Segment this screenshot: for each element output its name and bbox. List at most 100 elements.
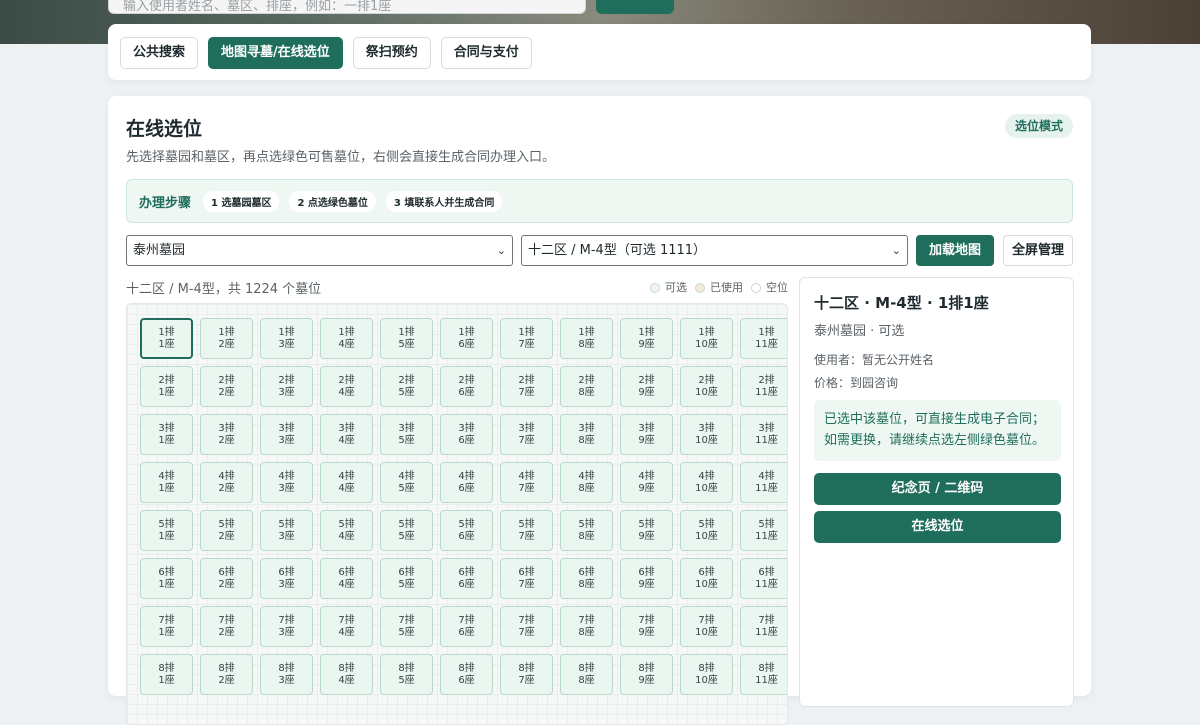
- seat-cell[interactable]: 1排 7座: [500, 318, 553, 359]
- seat-cell[interactable]: 8排 7座: [500, 654, 553, 695]
- seat-cell[interactable]: 7排 11座: [740, 606, 787, 647]
- seat-cell[interactable]: 1排 10座: [680, 318, 733, 359]
- seat-cell[interactable]: 5排 9座: [620, 510, 673, 551]
- search-input[interactable]: 输入使用者姓名、墓区、排座，例如：一排1座: [108, 0, 586, 14]
- seat-cell[interactable]: 3排 7座: [500, 414, 553, 455]
- seat-cell[interactable]: 1排 9座: [620, 318, 673, 359]
- seat-cell[interactable]: 3排 2座: [200, 414, 253, 455]
- seat-cell[interactable]: 2排 1座: [140, 366, 193, 407]
- seat-cell[interactable]: 7排 8座: [560, 606, 613, 647]
- seat-cell[interactable]: 1排 1座: [140, 318, 193, 359]
- seat-cell[interactable]: 8排 5座: [380, 654, 433, 695]
- seat-cell[interactable]: 4排 2座: [200, 462, 253, 503]
- seat-cell[interactable]: 5排 10座: [680, 510, 733, 551]
- seat-cell[interactable]: 7排 2座: [200, 606, 253, 647]
- seat-cell[interactable]: 3排 3座: [260, 414, 313, 455]
- seat-cell[interactable]: 7排 7座: [500, 606, 553, 647]
- seat-cell[interactable]: 7排 4座: [320, 606, 373, 647]
- seat-cell[interactable]: 8排 6座: [440, 654, 493, 695]
- seat-cell[interactable]: 1排 6座: [440, 318, 493, 359]
- seat-cell[interactable]: 5排 4座: [320, 510, 373, 551]
- seat-cell[interactable]: 5排 3座: [260, 510, 313, 551]
- seat-cell[interactable]: 2排 10座: [680, 366, 733, 407]
- seat-cell[interactable]: 7排 1座: [140, 606, 193, 647]
- seat-cell[interactable]: 7排 3座: [260, 606, 313, 647]
- seat-cell[interactable]: 7排 9座: [620, 606, 673, 647]
- seat-cell[interactable]: 2排 11座: [740, 366, 787, 407]
- seat-cell[interactable]: 6排 8座: [560, 558, 613, 599]
- seat-cell[interactable]: 7排 5座: [380, 606, 433, 647]
- seat-cell[interactable]: 3排 10座: [680, 414, 733, 455]
- seat-cell[interactable]: 2排 6座: [440, 366, 493, 407]
- seat-cell[interactable]: 1排 8座: [560, 318, 613, 359]
- seat-cell[interactable]: 2排 9座: [620, 366, 673, 407]
- seat-cell[interactable]: 7排 6座: [440, 606, 493, 647]
- tab-contract-payment[interactable]: 合同与支付: [440, 37, 532, 69]
- seat-cell[interactable]: 6排 9座: [620, 558, 673, 599]
- seat-cell[interactable]: 6排 4座: [320, 558, 373, 599]
- memorial-qrcode-button[interactable]: 纪念页 / 二维码: [814, 473, 1061, 505]
- seat-cell[interactable]: 8排 4座: [320, 654, 373, 695]
- seat-cell[interactable]: 4排 6座: [440, 462, 493, 503]
- seat-cell[interactable]: 3排 9座: [620, 414, 673, 455]
- seat-cell[interactable]: 8排 10座: [680, 654, 733, 695]
- seat-cell[interactable]: 3排 1座: [140, 414, 193, 455]
- seat-cell[interactable]: 6排 7座: [500, 558, 553, 599]
- seat-cell[interactable]: 8排 11座: [740, 654, 787, 695]
- seat-cell[interactable]: 3排 5座: [380, 414, 433, 455]
- seat-cell[interactable]: 2排 2座: [200, 366, 253, 407]
- seat-cell[interactable]: 2排 5座: [380, 366, 433, 407]
- seat-cell[interactable]: 4排 9座: [620, 462, 673, 503]
- seat-cell[interactable]: 6排 2座: [200, 558, 253, 599]
- seat-cell[interactable]: 5排 1座: [140, 510, 193, 551]
- seat-cell[interactable]: 4排 10座: [680, 462, 733, 503]
- seat-cell[interactable]: 5排 7座: [500, 510, 553, 551]
- seat-cell[interactable]: 6排 6座: [440, 558, 493, 599]
- seat-cell[interactable]: 4排 8座: [560, 462, 613, 503]
- seat-cell[interactable]: 1排 3座: [260, 318, 313, 359]
- seat-cell[interactable]: 3排 11座: [740, 414, 787, 455]
- seat-cell[interactable]: 5排 8座: [560, 510, 613, 551]
- online-select-button[interactable]: 在线选位: [814, 511, 1061, 543]
- seat-cell[interactable]: 2排 4座: [320, 366, 373, 407]
- seat-cell[interactable]: 5排 11座: [740, 510, 787, 551]
- seat-cell[interactable]: 8排 3座: [260, 654, 313, 695]
- seat-cell[interactable]: 3排 8座: [560, 414, 613, 455]
- seat-cell[interactable]: 5排 2座: [200, 510, 253, 551]
- seat-cell[interactable]: 6排 1座: [140, 558, 193, 599]
- seat-cell[interactable]: 1排 2座: [200, 318, 253, 359]
- zone-select[interactable]: 十二区 / M-4型（可选 1111） ⌄: [521, 235, 908, 266]
- tab-public-search[interactable]: 公共搜索: [120, 37, 199, 69]
- cemetery-select[interactable]: 泰州墓园 ⌄: [126, 235, 513, 266]
- seat-cell[interactable]: 8排 2座: [200, 654, 253, 695]
- seat-cell[interactable]: 6排 11座: [740, 558, 787, 599]
- seat-cell[interactable]: 1排 5座: [380, 318, 433, 359]
- seat-cell[interactable]: 3排 4座: [320, 414, 373, 455]
- seat-cell[interactable]: 8排 1座: [140, 654, 193, 695]
- tab-map-select[interactable]: 地图寻墓/在线选位: [208, 37, 343, 69]
- seat-cell[interactable]: 8排 9座: [620, 654, 673, 695]
- seat-cell[interactable]: 6排 3座: [260, 558, 313, 599]
- seat-cell[interactable]: 1排 11座: [740, 318, 787, 359]
- seat-cell[interactable]: 6排 10座: [680, 558, 733, 599]
- seat-cell[interactable]: 6排 5座: [380, 558, 433, 599]
- seat-cell[interactable]: 4排 7座: [500, 462, 553, 503]
- seat-cell[interactable]: 4排 5座: [380, 462, 433, 503]
- fullscreen-manage-button[interactable]: 全屏管理: [1003, 235, 1073, 266]
- seat-map[interactable]: 1排 1座 1排 2座 1排 3座 1排 4座 1排 5座 1排 6座 1排 7座 1排 8座 1排 9座 1排 10…: [126, 303, 788, 725]
- seat-cell[interactable]: 5排 5座: [380, 510, 433, 551]
- seat-cell[interactable]: 2排 7座: [500, 366, 553, 407]
- tab-tomb-sweeping[interactable]: 祭扫预约: [352, 37, 431, 69]
- seat-cell[interactable]: 5排 6座: [440, 510, 493, 551]
- seat-cell[interactable]: 4排 4座: [320, 462, 373, 503]
- seat-cell[interactable]: 4排 3座: [260, 462, 313, 503]
- seat-cell[interactable]: 4排 11座: [740, 462, 787, 503]
- seat-cell[interactable]: 2排 8座: [560, 366, 613, 407]
- seat-cell[interactable]: 1排 4座: [320, 318, 373, 359]
- seat-cell[interactable]: 7排 10座: [680, 606, 733, 647]
- load-map-button[interactable]: 加载地图: [916, 235, 994, 266]
- seat-cell[interactable]: 4排 1座: [140, 462, 193, 503]
- search-button[interactable]: [596, 0, 674, 14]
- seat-cell[interactable]: 2排 3座: [260, 366, 313, 407]
- seat-cell[interactable]: 8排 8座: [560, 654, 613, 695]
